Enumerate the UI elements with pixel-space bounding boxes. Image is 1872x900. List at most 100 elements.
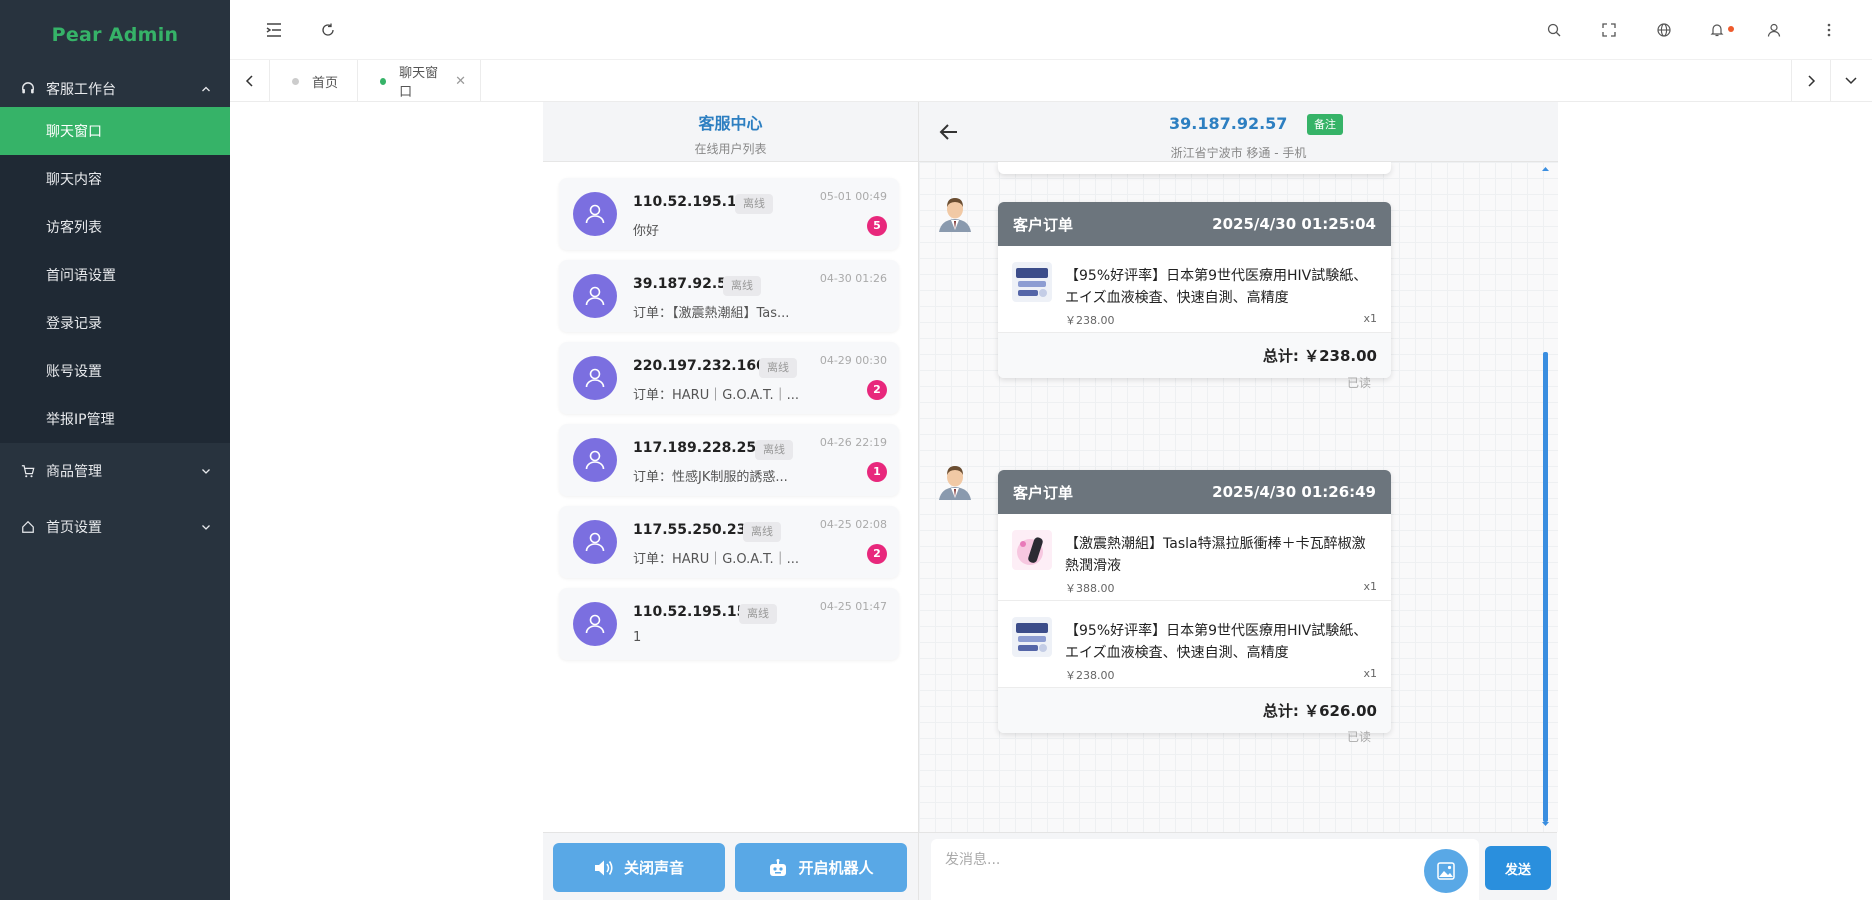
chevron-up-icon — [200, 83, 212, 95]
chat-header: 39.187.92.57 备注 浙江省宁波市 移通 - 手机 — [919, 102, 1558, 162]
user-icon[interactable] — [1763, 19, 1785, 41]
sidebar-item-greeting-settings[interactable]: 首问语设置 — [0, 251, 230, 299]
conversation-item[interactable]: 117.189.228.250 离线 订单：性感JK制服的誘惑... 04-26… — [559, 424, 899, 496]
product-name: 【激震熱潮組】Tasla特濕拉脈衝棒＋卡瓦醉椒激熱潤滑液 — [1065, 536, 1366, 574]
chat-scrollbar[interactable] — [1543, 352, 1548, 822]
user-avatar-icon — [585, 532, 605, 552]
sidebar-group-label: 首页设置 — [46, 520, 102, 536]
product-quantity: x1 — [1363, 312, 1377, 325]
status-badge: 离线 — [723, 276, 761, 296]
image-upload-button[interactable] — [1424, 849, 1468, 893]
globe-icon[interactable] — [1653, 19, 1675, 41]
chat-visitor-ip: 39.187.92.57 — [1169, 114, 1288, 133]
app-logo[interactable]: Pear Admin — [0, 0, 230, 70]
tab-home[interactable]: 首页 — [270, 60, 358, 102]
list-title: 客服中心 — [698, 114, 763, 133]
back-arrow-icon[interactable] — [937, 120, 961, 144]
sidebar-item-chat-content[interactable]: 聊天内容 — [0, 155, 230, 203]
unread-count-badge: 1 — [867, 462, 887, 482]
status-badge: 离线 — [739, 604, 777, 624]
tab-scroll-left-button[interactable] — [230, 60, 270, 102]
avatar — [573, 602, 617, 646]
unread-count-badge: 2 — [867, 380, 887, 400]
chevron-down-icon — [1845, 77, 1857, 85]
order-datetime: 2025/4/30 01:25:04 — [1212, 215, 1376, 233]
avatar — [573, 274, 617, 318]
conversation-preview: 1 — [633, 630, 642, 645]
enable-robot-button[interactable]: 开启机器人 — [735, 843, 907, 892]
status-badge: 离线 — [735, 194, 773, 214]
status-badge: 离线 — [759, 358, 797, 378]
conversation-time: 04-25 02:08 — [819, 518, 887, 531]
user-avatar-icon — [585, 286, 605, 306]
headset-icon — [20, 81, 36, 97]
chat-message-area[interactable]: 客户订单 2025/4/30 01:25:04 【95%好评率】日本第9世代医療… — [919, 162, 1558, 832]
tab-scroll-right-button[interactable] — [1791, 60, 1831, 102]
product-quantity: x1 — [1363, 667, 1377, 680]
conversation-item[interactable]: 110.52.195.150 离线 1 04-25 01:47 — [559, 588, 899, 660]
sidebar-item-visitor-list[interactable]: 访客列表 — [0, 203, 230, 251]
read-status: 已读 — [1347, 376, 1372, 390]
read-status: 已读 — [1347, 730, 1372, 744]
fullscreen-icon[interactable] — [1598, 19, 1620, 41]
top-bar — [230, 0, 1872, 60]
menu-toggle-icon[interactable] — [263, 19, 285, 41]
main-content: 客服中心 在线用户列表 110.52.195.110 离线 你好 05-01 0… — [230, 102, 1872, 900]
sidebar-item-chat-window[interactable]: 聊天窗口 — [0, 107, 230, 155]
sidebar-item-label: 首问语设置 — [46, 268, 116, 284]
message-input[interactable]: 发消息... — [931, 839, 1479, 900]
close-icon[interactable]: ✕ — [455, 74, 466, 89]
conversation-item[interactable]: 39.187.92.57 离线 订单：【激震熱潮組】Tas... 04-30 0… — [559, 260, 899, 332]
conversation-item[interactable]: 117.55.250.237 离线 订单：HARU｜G.O.A.T.｜... 0… — [559, 506, 899, 578]
conversation-preview: 你好 — [633, 224, 660, 239]
refresh-icon[interactable] — [317, 19, 339, 41]
notification-bell-icon[interactable] — [1708, 19, 1734, 41]
notification-dot — [1728, 26, 1734, 32]
user-avatar-icon — [585, 204, 605, 224]
sidebar-item-account-settings[interactable]: 账号设置 — [0, 347, 230, 395]
sidebar-group-home-settings[interactable]: 首页设置 — [0, 499, 230, 555]
user-avatar-icon — [585, 368, 605, 388]
conversation-item[interactable]: 220.197.232.160 离线 订单：HARU｜G.O.A.T.｜... … — [559, 342, 899, 414]
product-thumbnail — [1012, 617, 1052, 657]
order-title: 客户订单 — [1013, 215, 1074, 234]
tab-dropdown-button[interactable] — [1831, 60, 1871, 102]
sidebar-submenu: 聊天窗口 聊天内容 访客列表 首问语设置 登录记录 账号设置 举报IP管理 — [0, 107, 230, 443]
sidebar-group-customer-service[interactable]: 客服工作台 — [0, 70, 230, 107]
send-button[interactable]: 发送 — [1485, 846, 1551, 890]
message-compose-bar: 发消息... 发送 — [918, 832, 1557, 900]
sidebar-item-label: 访客列表 — [46, 220, 102, 236]
note-button[interactable]: 备注 — [1307, 114, 1343, 135]
sidebar-item-label: 账号设置 — [46, 364, 102, 380]
order-total: 总计: ￥626.00 — [998, 688, 1391, 733]
search-icon[interactable] — [1543, 19, 1565, 41]
conversation-time: 04-26 22:19 — [819, 436, 887, 449]
tab-bar: 首页 聊天窗口 ✕ — [230, 60, 1872, 102]
scroll-up-arrow[interactable] — [1541, 164, 1550, 173]
user-avatar-icon — [585, 450, 605, 470]
conversation-ip: 220.197.232.160 — [633, 358, 766, 374]
sidebar-item-label: 聊天窗口 — [46, 124, 102, 140]
scroll-down-arrow[interactable] — [1541, 820, 1550, 829]
status-badge: 离线 — [755, 440, 793, 460]
product-price: ￥388.00 — [1065, 582, 1115, 595]
chat-panel: 39.187.92.57 备注 浙江省宁波市 移通 - 手机 客户订单 2025… — [918, 102, 1558, 900]
volume-icon — [594, 858, 614, 878]
more-options-icon[interactable] — [1818, 19, 1840, 41]
conversation-item[interactable]: 110.52.195.110 离线 你好 05-01 00:49 5 — [559, 178, 899, 250]
sidebar-item-report-ip[interactable]: 举报IP管理 — [0, 395, 230, 443]
conversation-list-panel: 客服中心 在线用户列表 110.52.195.110 离线 你好 05-01 0… — [543, 102, 918, 900]
avatar — [573, 356, 617, 400]
order-item[interactable]: 【95%好评率】日本第9世代医療用HIV試験紙、エイズ血液検査、快速自測、高精度… — [998, 246, 1391, 333]
previous-message-edge — [998, 162, 1391, 174]
tab-chat-window[interactable]: 聊天窗口 ✕ — [358, 60, 481, 102]
order-item[interactable]: 【95%好评率】日本第9世代医療用HIV試験紙、エイズ血液検査、快速自測、高精度… — [998, 601, 1391, 688]
mute-sound-label: 关闭声音 — [623, 859, 684, 877]
chevron-left-icon — [245, 75, 253, 87]
order-item[interactable]: 【激震熱潮組】Tasla特濕拉脈衝棒＋卡瓦醉椒激熱潤滑液 ￥388.00 x1 — [998, 514, 1391, 601]
order-card: 客户订单 2025/4/30 01:25:04 【95%好评率】日本第9世代医療… — [998, 202, 1391, 378]
sidebar-group-products[interactable]: 商品管理 — [0, 443, 230, 499]
mute-sound-button[interactable]: 关闭声音 — [553, 843, 725, 892]
chevron-down-icon — [200, 521, 212, 533]
sidebar-item-login-records[interactable]: 登录记录 — [0, 299, 230, 347]
